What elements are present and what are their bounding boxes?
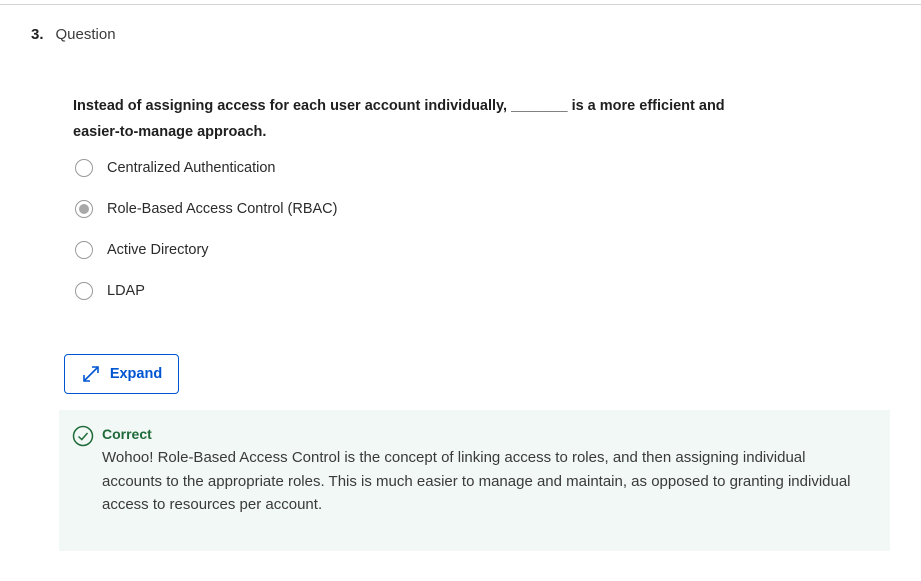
radio-button[interactable] [75, 241, 93, 259]
question-label: Question [55, 26, 116, 43]
option-centralized-authentication[interactable]: Centralized Authentication [75, 157, 337, 179]
radio-button[interactable] [75, 159, 93, 177]
option-label: Active Directory [107, 242, 209, 258]
answer-options: Centralized Authentication Role-Based Ac… [75, 157, 337, 321]
radio-button-selected[interactable] [75, 200, 93, 218]
expand-button[interactable]: Expand [64, 354, 179, 394]
option-label: LDAP [107, 283, 145, 299]
feedback-text: Wohoo! Role-Based Access Control is the … [102, 449, 851, 513]
question-prompt: Instead of assigning access for each use… [73, 98, 725, 140]
top-divider [0, 4, 921, 5]
expand-button-label: Expand [109, 366, 163, 382]
check-circle-icon [72, 425, 94, 447]
radio-dot [79, 204, 89, 214]
feedback-status: Correct [102, 426, 152, 442]
option-label: Role-Based Access Control (RBAC) [107, 201, 338, 217]
expand-arrows-icon [83, 366, 99, 382]
feedback-panel: Correct Wohoo! Role-Based Access Control… [59, 410, 890, 551]
option-ldap[interactable]: LDAP [75, 280, 337, 302]
option-rbac[interactable]: Role-Based Access Control (RBAC) [75, 198, 337, 220]
option-label: Centralized Authentication [107, 160, 276, 176]
option-active-directory[interactable]: Active Directory [75, 239, 337, 261]
question-header: 3. Question [31, 26, 116, 43]
question-number: 3. [31, 26, 44, 43]
radio-button[interactable] [75, 282, 93, 300]
